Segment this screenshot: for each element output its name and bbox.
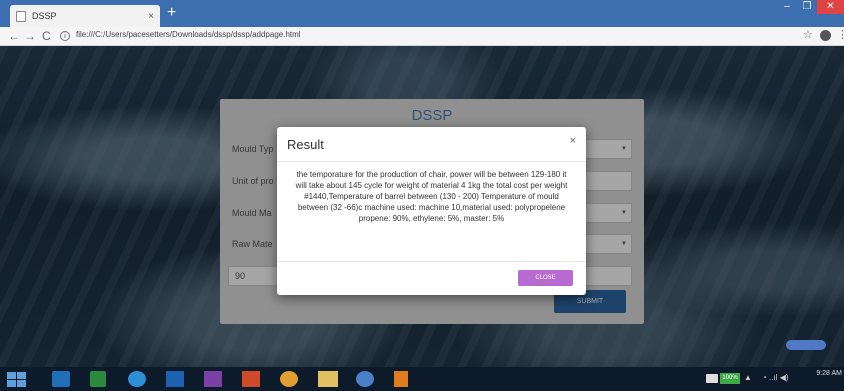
vlc-icon[interactable]: [394, 371, 408, 387]
result-text: the temporature for the production of ch…: [295, 170, 568, 223]
network-volume-icon[interactable]: ◔ ..ıl ◀): [762, 373, 789, 382]
browser-toolbar: ← → C i file:///C:/Users/pacesetters/Dow…: [0, 27, 844, 46]
tab-title: DSSP: [32, 11, 57, 21]
windows-start-icon[interactable]: [6, 371, 26, 387]
page-icon: [16, 10, 26, 22]
account-icon[interactable]: [820, 30, 831, 41]
browser-tab[interactable]: DSSP ×: [10, 5, 160, 27]
battery-percent: 100%: [720, 373, 740, 384]
reload-icon[interactable]: C: [42, 28, 51, 44]
address-bar[interactable]: file:///C:/Users/pacesetters/Downloads/d…: [76, 30, 301, 39]
modal-close-icon[interactable]: ×: [570, 135, 576, 147]
result-modal: Result × the temporature for the product…: [277, 127, 586, 295]
task-view-icon[interactable]: [52, 371, 70, 387]
modal-title: Result: [287, 137, 324, 152]
modal-footer-divider: [277, 261, 586, 262]
maximize-button[interactable]: ❐: [797, 0, 817, 14]
chrome-icon[interactable]: [280, 371, 298, 387]
battery-icon[interactable]: [706, 374, 718, 383]
taskbar: 100% ▲ ◔ ..ıl ◀) 9:28 AM: [0, 367, 844, 391]
browser-e-icon[interactable]: [128, 371, 146, 387]
powerpoint-icon[interactable]: [242, 371, 260, 387]
new-tab-button[interactable]: +: [167, 5, 176, 21]
modal-header-divider: [277, 161, 586, 162]
browser-tabstrip: DSSP × + – ❐ ✕: [0, 0, 844, 27]
onenote-icon[interactable]: [204, 371, 222, 387]
app-icon-green[interactable]: [90, 371, 106, 387]
app-icon-round[interactable]: [356, 371, 374, 387]
window-close-button[interactable]: ✕: [817, 0, 844, 14]
clock[interactable]: 9:28 AM: [812, 370, 842, 377]
minimize-button[interactable]: –: [777, 0, 797, 14]
page-background: DSSP Mould Typ ▼ Unit of pro Mould Ma ▼ …: [0, 46, 844, 367]
tab-close-icon[interactable]: ×: [148, 11, 154, 22]
file-explorer-icon[interactable]: [318, 371, 338, 387]
bookmark-star-icon[interactable]: ☆: [803, 28, 813, 41]
forward-arrow-icon[interactable]: →: [24, 28, 36, 44]
app-icon-blue[interactable]: [166, 371, 184, 387]
back-arrow-icon[interactable]: ←: [8, 28, 20, 44]
menu-icon[interactable]: ⋮: [837, 28, 844, 41]
info-icon[interactable]: i: [60, 31, 70, 41]
floating-pill: [786, 340, 826, 350]
tray-up-arrow-icon[interactable]: ▲: [744, 373, 752, 382]
close-button[interactable]: CLOSE: [518, 270, 573, 286]
